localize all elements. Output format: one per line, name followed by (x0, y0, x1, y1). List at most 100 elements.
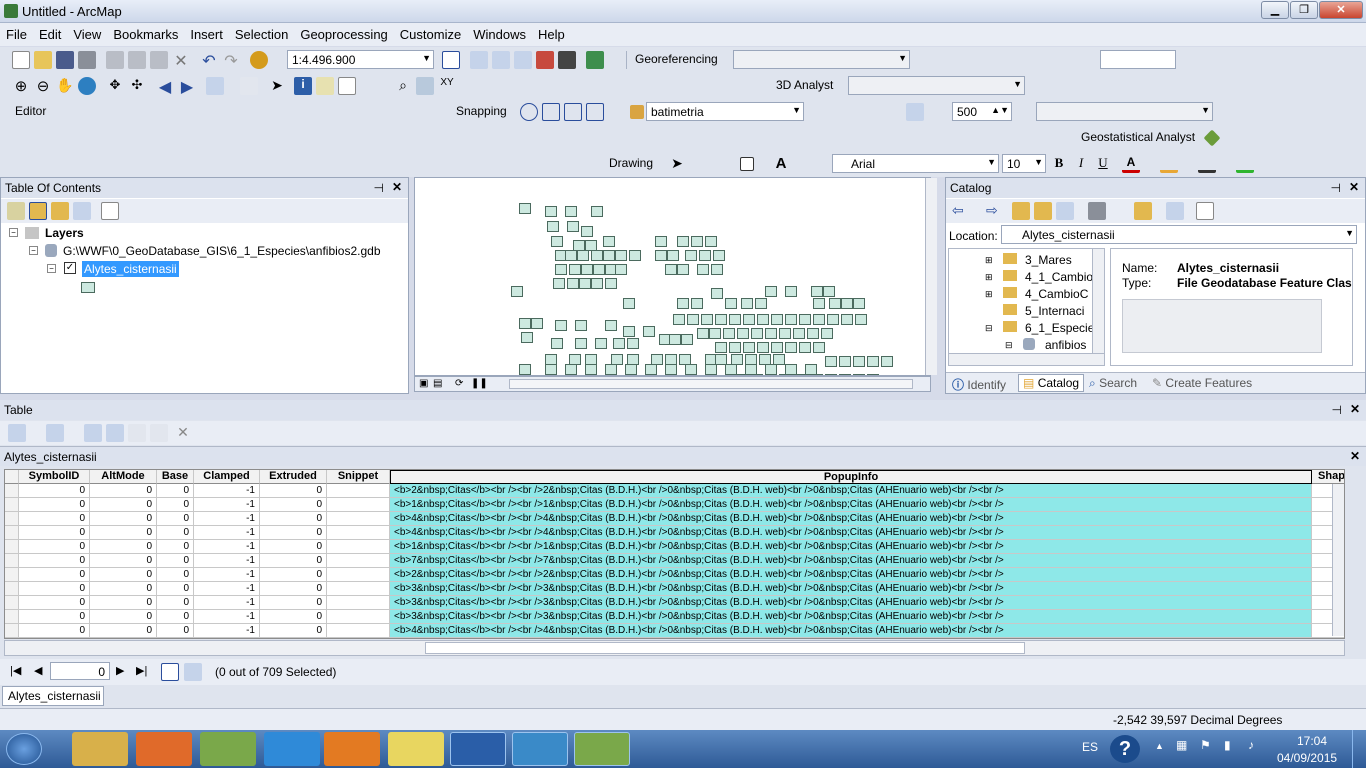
feature-polygon[interactable] (567, 278, 579, 289)
feature-polygon[interactable] (565, 250, 577, 261)
col-clamped[interactable]: Clamped (194, 470, 260, 484)
feature-polygon[interactable] (595, 338, 607, 349)
table-cell[interactable]: 0 (157, 512, 194, 526)
catalog-window-icon[interactable] (492, 51, 510, 69)
action-center-icon[interactable]: ⚑ (1200, 738, 1211, 752)
list-by-drawing-order-icon[interactable] (7, 202, 25, 220)
table-cell[interactable] (327, 498, 390, 512)
tree-item-4-1-cambio[interactable]: ⊞ 4_1_Cambio (985, 270, 1093, 284)
feature-polygon[interactable] (799, 314, 811, 325)
feature-polygon[interactable] (577, 250, 589, 261)
row-selector[interactable] (5, 526, 19, 540)
table-cell[interactable]: 0 (157, 596, 194, 610)
python-window-icon[interactable] (558, 51, 576, 69)
row-selector[interactable] (5, 554, 19, 568)
feature-polygon[interactable] (757, 342, 769, 353)
table-cell[interactable]: 0 (19, 540, 90, 554)
toc-options-icon[interactable] (101, 202, 119, 220)
first-record-icon[interactable]: |◀ (10, 664, 21, 677)
paste-icon[interactable] (150, 51, 168, 69)
feature-polygon[interactable] (813, 314, 825, 325)
image-analysis-icon[interactable] (906, 103, 924, 121)
table-cell[interactable]: 0 (90, 596, 157, 610)
table-cell[interactable]: 0 (260, 540, 327, 554)
table-cell[interactable]: 0 (157, 582, 194, 596)
col-shape[interactable]: Shap (1312, 470, 1344, 484)
feature-polygon[interactable] (839, 356, 851, 367)
layers-collapse-icon[interactable]: − (9, 228, 18, 237)
col-snippet[interactable]: Snippet (327, 470, 390, 484)
col-base[interactable]: Base (157, 470, 194, 484)
row-selector[interactable] (5, 596, 19, 610)
word-taskbar-icon[interactable] (450, 732, 506, 766)
feature-polygon[interactable] (823, 286, 835, 297)
feature-polygon[interactable] (669, 334, 681, 345)
feature-polygon[interactable] (655, 236, 667, 247)
switch-selection-icon[interactable] (106, 424, 124, 442)
feature-polygon[interactable] (701, 314, 713, 325)
georeferencing-layer-dropdown[interactable]: ▼ (733, 50, 910, 69)
font-color-icon[interactable]: A (1122, 155, 1140, 173)
tree-item-4-cambioc[interactable]: ⊞ 4_CambioC (985, 287, 1088, 301)
table-cell[interactable]: 0 (19, 610, 90, 624)
table-vertical-scrollbar[interactable] (1332, 484, 1344, 636)
table-cell[interactable]: <b>1&nbsp;Citas</b><br /><br />1&nbsp;Ci… (390, 540, 1312, 554)
table-cell[interactable]: <b>1&nbsp;Citas</b><br /><br />1&nbsp;Ci… (390, 498, 1312, 512)
menu-help[interactable]: Help (532, 23, 571, 42)
feature-polygon[interactable] (681, 334, 693, 345)
feature-polygon[interactable] (673, 314, 685, 325)
table-cell[interactable]: 0 (19, 596, 90, 610)
tree-vertical-scrollbar[interactable] (1092, 249, 1104, 353)
feature-polygon[interactable] (697, 328, 709, 339)
row-selector[interactable] (5, 484, 19, 498)
feature-polygon[interactable] (605, 320, 617, 331)
font-name-dropdown[interactable]: Arial ▼ (832, 154, 999, 173)
feature-polygon[interactable] (565, 206, 577, 217)
feature-polygon[interactable] (581, 226, 593, 237)
binoculars-icon[interactable]: ⌕ (394, 77, 412, 95)
col-altmode[interactable]: AltMode (90, 470, 157, 484)
feature-polygon[interactable] (799, 342, 811, 353)
feature-polygon[interactable] (625, 364, 637, 375)
copy-icon[interactable] (128, 51, 146, 69)
table-cell[interactable]: 0 (260, 484, 327, 498)
firefox-taskbar-icon[interactable] (324, 732, 380, 766)
table-cell[interactable]: <b>4&nbsp;Citas</b><br /><br />4&nbsp;Ci… (390, 526, 1312, 540)
close-button[interactable]: ✕ (1319, 1, 1363, 19)
font-size-dropdown[interactable]: 10 ▼ (1002, 154, 1046, 173)
table-cell[interactable]: 0 (19, 582, 90, 596)
location-dropdown[interactable]: Alytes_cisternasii ▼ (1001, 225, 1357, 244)
model-builder-icon[interactable] (586, 51, 604, 69)
gdb-path[interactable]: G:\WWF\0_GeoDatabase_GIS\6_1_Especies\an… (63, 244, 381, 258)
full-extent-icon[interactable] (78, 77, 96, 95)
show-hidden-icons[interactable]: ▲ (1155, 741, 1164, 751)
menu-insert[interactable]: Insert (184, 23, 229, 42)
feature-polygon[interactable] (555, 320, 567, 331)
feature-polygon[interactable] (645, 364, 657, 375)
feature-polygon[interactable] (785, 286, 797, 297)
menu-selection[interactable]: Selection (229, 23, 294, 42)
clock-time[interactable]: 17:04 (1297, 734, 1327, 748)
table-cell[interactable]: 0 (260, 512, 327, 526)
georef-input-field[interactable] (1100, 50, 1176, 69)
goto-xy-icon[interactable]: XY (438, 77, 456, 95)
table-cell[interactable]: 0 (90, 484, 157, 498)
feature-polygon[interactable] (665, 364, 677, 375)
select-by-attributes-icon[interactable] (84, 424, 102, 442)
table-cell[interactable]: <b>4&nbsp;Citas</b><br /><br />4&nbsp;Ci… (390, 624, 1312, 638)
table-cell[interactable] (327, 568, 390, 582)
table-cell[interactable]: <b>3&nbsp;Citas</b><br /><br />3&nbsp;Ci… (390, 596, 1312, 610)
print-icon[interactable] (78, 51, 96, 69)
table-cell[interactable]: -1 (194, 582, 260, 596)
feature-polygon[interactable] (575, 338, 587, 349)
feature-polygon[interactable] (813, 298, 825, 309)
col-extruded[interactable]: Extruded (260, 470, 327, 484)
point-snapping-icon[interactable] (520, 103, 538, 121)
tab-catalog[interactable]: ▤ Catalog (1018, 374, 1085, 392)
table-scroll-thumb[interactable] (425, 642, 1025, 654)
table-cell[interactable]: 0 (19, 624, 90, 638)
table-cell[interactable]: -1 (194, 596, 260, 610)
feature-polygon[interactable] (811, 286, 823, 297)
feature-polygon[interactable] (691, 236, 703, 247)
row-selector[interactable] (5, 624, 19, 638)
